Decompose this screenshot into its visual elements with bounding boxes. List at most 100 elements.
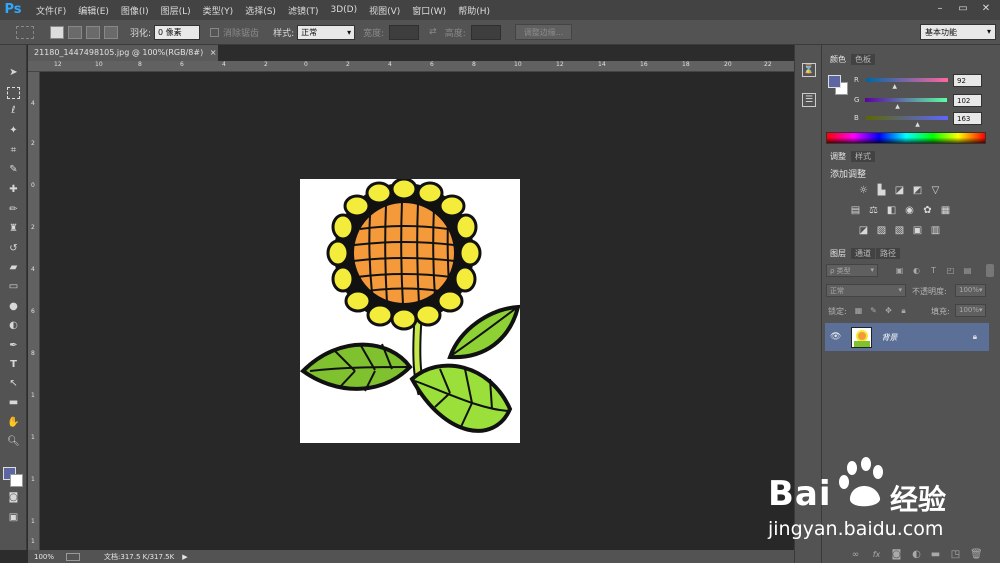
hand-tool-icon[interactable]: ✋ [5,415,22,431]
threshold-icon[interactable]: ▧ [894,226,905,236]
screen-mode-icon[interactable]: ▣ [5,510,22,526]
exposure-icon[interactable]: ◩ [912,186,923,196]
color-lookup-icon[interactable]: ▦ [940,206,951,216]
width-input[interactable] [389,24,420,40]
color-balance-icon[interactable]: ⚖ [868,206,879,216]
link-layers-icon[interactable]: ∞ [850,550,861,560]
clone-stamp-tool-icon[interactable]: ♜ [5,221,22,237]
zoom-tool-icon[interactable]: 🔍︎ [5,434,22,450]
slider-knob-icon[interactable]: ▲ [892,83,897,90]
refine-edge-button[interactable]: 调整边缘... [514,24,573,40]
tab-paths[interactable]: 路径 [876,248,900,259]
close-window-button[interactable]: ✕ [976,2,996,16]
history-panel-icon[interactable]: ⌛ [802,63,816,77]
blue-slider[interactable]: ▲ [865,116,948,128]
gradient-map-icon[interactable]: ▥ [930,226,941,236]
filter-shape-icon[interactable]: ◰ [945,266,956,276]
channel-mixer-icon[interactable]: ✿ [922,206,933,216]
eraser-tool-icon[interactable]: ▰ [5,260,22,276]
history-brush-tool-icon[interactable]: ↺ [5,241,22,257]
rectangle-tool-icon[interactable]: ▬ [5,395,22,411]
workspace-select[interactable]: 基本功能 ▾ [920,24,996,40]
document-canvas[interactable] [300,179,520,443]
menu-select[interactable]: 选择(S) [245,4,276,17]
tab-adjustments[interactable]: 调整 [826,151,850,162]
eye-icon[interactable]: 👁︎ [830,332,841,342]
slider-knob-icon[interactable]: ▲ [895,103,900,110]
eyedropper-tool-icon[interactable]: ✎ [5,162,22,178]
menu-edit[interactable]: 编辑(E) [78,4,109,17]
menu-file[interactable]: 文件(F) [36,4,66,17]
lock-pixels-icon[interactable]: ✎ [868,306,879,316]
invert-icon[interactable]: ◪ [858,226,869,236]
height-input[interactable] [470,24,501,40]
black-white-icon[interactable]: ◧ [886,206,897,216]
color-spectrum-bar[interactable] [826,132,986,144]
add-selection-icon[interactable] [68,25,82,39]
blue-value-input[interactable]: 163 [953,112,982,125]
pen-tool-icon[interactable]: ✒ [5,338,22,354]
menu-view[interactable]: 视图(V) [369,4,400,17]
menu-3d[interactable]: 3D(D) [330,5,357,15]
close-tab-icon[interactable]: × [210,48,217,57]
filter-smart-object-icon[interactable]: ▤ [962,266,973,276]
layer-row-background[interactable]: 👁︎ 背景 🔒︎ [825,323,989,351]
lasso-tool-icon[interactable]: ℓ [5,103,22,119]
menu-help[interactable]: 帮助(H) [458,4,490,17]
red-slider[interactable]: ▲ [865,78,948,90]
lock-position-icon[interactable]: ✥ [883,306,894,316]
tab-channels[interactable]: 通道 [851,248,875,259]
filter-adjustment-icon[interactable]: ◐ [911,266,922,276]
hue-saturation-icon[interactable]: ▤ [850,206,861,216]
style-select[interactable]: 正常 ▾ [297,24,356,40]
levels-icon[interactable]: ▙ [876,186,887,196]
swap-icon[interactable]: ⇄ [429,27,437,37]
add-mask-icon[interactable]: ◙ [891,550,902,560]
intersect-selection-icon[interactable] [104,25,118,39]
background-color-swatch[interactable] [10,474,23,487]
menu-layer[interactable]: 图层(L) [161,4,191,17]
feather-input[interactable]: 0 像素 [154,24,201,40]
green-value-input[interactable]: 102 [953,94,982,107]
marquee-preset-icon[interactable] [16,25,34,39]
blend-mode-select[interactable]: 正常 ▾ [826,284,906,297]
menu-image[interactable]: 图像(I) [121,4,149,17]
blur-tool-icon[interactable]: ● [5,299,22,315]
brightness-contrast-icon[interactable]: ☼ [858,186,869,196]
layer-style-fx-icon[interactable]: fx [871,550,882,560]
new-group-icon[interactable]: ▬ [930,550,941,560]
tab-styles[interactable]: 样式 [851,151,875,162]
subtract-selection-icon[interactable] [86,25,100,39]
slider-knob-icon[interactable]: ▲ [915,121,920,128]
lock-transparent-icon[interactable]: ▦ [853,306,864,316]
photo-filter-icon[interactable]: ◉ [904,206,915,216]
new-selection-icon[interactable] [50,25,64,39]
dodge-tool-icon[interactable]: ◐ [5,318,22,334]
filter-pixel-icon[interactable]: ▣ [894,266,905,276]
minimize-button[interactable]: – [930,2,950,16]
magic-wand-tool-icon[interactable]: ✦ [5,123,22,139]
red-value-input[interactable]: 92 [953,74,982,87]
vibrance-icon[interactable]: ▽ [930,186,941,196]
filter-toggle[interactable] [986,264,994,277]
lock-all-icon[interactable]: 🔒︎ [898,306,909,316]
document-tab[interactable]: 21180_1447498105.jpg @ 100%(RGB/8#) × [28,45,218,61]
filter-type-icon[interactable]: T [928,266,939,276]
menu-window[interactable]: 窗口(W) [412,4,446,17]
color-panel-foreground-swatch[interactable] [828,75,841,88]
antialias-checkbox[interactable] [210,27,220,37]
new-layer-icon[interactable]: ◳ [950,550,961,560]
menu-type[interactable]: 类型(Y) [203,4,234,17]
selective-color-icon[interactable]: ▣ [912,226,923,236]
brush-tool-icon[interactable]: ✏ [5,202,22,218]
properties-panel-icon[interactable]: ☰ [802,93,816,107]
tab-color[interactable]: 颜色 [826,54,850,65]
marquee-tool-icon[interactable] [7,87,20,99]
opacity-input[interactable]: 100% ▾ [955,284,986,297]
green-slider[interactable]: ▲ [865,98,948,110]
quick-mask-icon[interactable]: ◙ [5,490,22,506]
gradient-tool-icon[interactable]: ▭ [5,279,22,295]
layer-kind-filter[interactable]: ρ 类型 ▾ [826,264,878,277]
move-tool-icon[interactable]: ➤ [5,65,22,81]
healing-brush-tool-icon[interactable]: ✚ [5,182,22,198]
